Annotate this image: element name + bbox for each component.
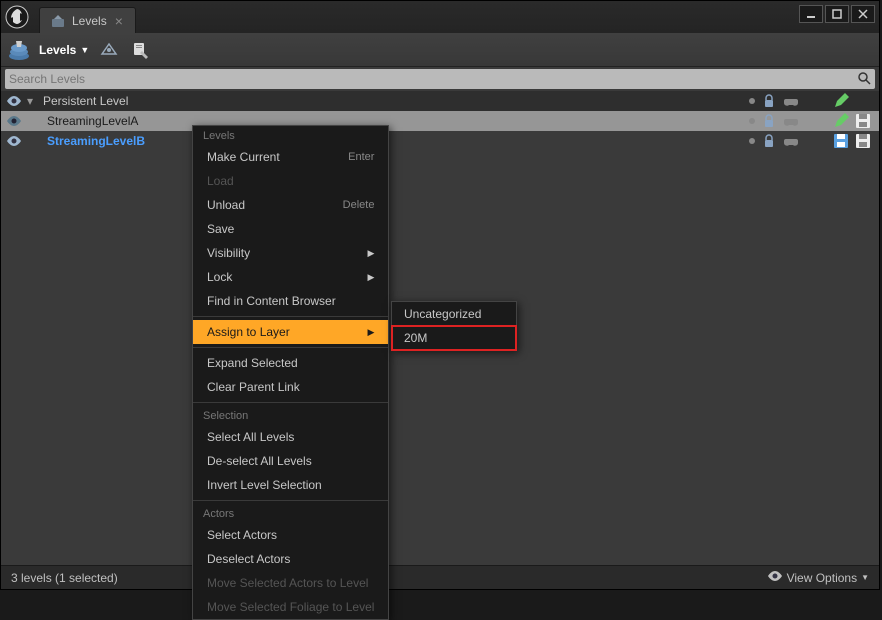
submenu-uncategorized[interactable]: Uncategorized (392, 302, 516, 326)
chevron-down-icon: ▼ (80, 45, 89, 55)
chevron-down-icon: ▼ (861, 573, 869, 582)
menu-section-actors: Actors (193, 504, 388, 523)
menu-separator (193, 347, 388, 348)
menu-visibility[interactable]: Visibility ▶ (193, 241, 388, 265)
pen-icon[interactable] (833, 113, 849, 129)
level-details-icon[interactable] (129, 38, 153, 62)
levels-window: Levels × Levels ▼ (0, 0, 880, 590)
gamepad-icon[interactable] (783, 93, 799, 109)
menu-lock[interactable]: Lock ▶ (193, 265, 388, 289)
menu-select-actors[interactable]: Select Actors (193, 523, 388, 547)
tab-levels[interactable]: Levels × (39, 7, 136, 33)
menu-move-actors: Move Selected Actors to Level (193, 571, 388, 595)
status-dot-icon (749, 98, 755, 104)
maximize-button[interactable] (825, 5, 849, 23)
summon-tool-icon[interactable] (97, 38, 121, 62)
levels-label: Levels (39, 43, 76, 57)
tab-title: Levels (72, 14, 107, 28)
submenu-20m[interactable]: 20M (392, 326, 516, 350)
menu-section-selection: Selection (193, 406, 388, 425)
save-blue-icon[interactable] (833, 133, 849, 149)
search-bar[interactable] (5, 69, 875, 89)
tree-row-persistent[interactable]: ▾ Persistent Level (1, 91, 879, 111)
gamepad-icon[interactable] (783, 133, 799, 149)
tree-row-level-a[interactable]: StreamingLevelA (1, 111, 879, 131)
menu-invert-level-selection[interactable]: Invert Level Selection (193, 473, 388, 497)
expand-triangle-icon[interactable]: ▾ (27, 94, 41, 108)
visibility-icon[interactable] (1, 135, 27, 147)
levels-dropdown[interactable]: Levels ▼ (39, 43, 89, 57)
menu-separator (193, 316, 388, 317)
lock-icon[interactable] (761, 93, 777, 109)
close-button[interactable] (851, 5, 875, 23)
levels-icon (7, 38, 31, 62)
menu-move-foliage: Move Selected Foliage to Level (193, 595, 388, 619)
minimize-button[interactable] (799, 5, 823, 23)
lock-icon[interactable] (761, 133, 777, 149)
lock-icon[interactable] (761, 113, 777, 129)
save-icon[interactable] (855, 133, 871, 149)
eye-icon (767, 570, 783, 585)
menu-deselect-all-levels[interactable]: De-select All Levels (193, 449, 388, 473)
menu-save[interactable]: Save (193, 217, 388, 241)
menu-assign-to-layer[interactable]: Assign to Layer ▶ (193, 320, 388, 344)
save-icon[interactable] (855, 113, 871, 129)
menu-clear-parent-link[interactable]: Clear Parent Link (193, 375, 388, 399)
levels-tree: ▾ Persistent Level StreamingLevelA (1, 91, 879, 151)
chevron-right-icon: ▶ (368, 248, 375, 259)
titlebar: Levels × (1, 1, 879, 33)
search-icon (857, 71, 871, 88)
view-options-dropdown[interactable]: View Options ▼ (767, 570, 869, 585)
status-dot-icon (749, 138, 755, 144)
chevron-right-icon: ▶ (368, 272, 375, 283)
visibility-icon[interactable] (1, 115, 27, 127)
level-label: Persistent Level (41, 94, 749, 108)
toolbar: Levels ▼ (1, 33, 879, 67)
menu-make-current[interactable]: Make Current Enter (193, 145, 388, 169)
gamepad-icon[interactable] (783, 113, 799, 129)
status-bar: 3 levels (1 selected) View Options ▼ (1, 565, 879, 589)
menu-expand-selected[interactable]: Expand Selected (193, 351, 388, 375)
unreal-logo-icon (1, 1, 33, 33)
visibility-icon[interactable] (1, 95, 27, 107)
menu-section-levels: Levels (193, 126, 388, 145)
context-menu: Levels Make Current Enter Load Unload De… (192, 125, 389, 620)
menu-separator (193, 402, 388, 403)
menu-select-all-levels[interactable]: Select All Levels (193, 425, 388, 449)
search-input[interactable] (9, 72, 857, 86)
menu-load: Load (193, 169, 388, 193)
levels-tab-icon (50, 13, 66, 29)
view-options-label: View Options (787, 571, 857, 585)
pen-icon[interactable] (833, 93, 849, 109)
chevron-right-icon: ▶ (368, 327, 375, 338)
menu-find-in-browser[interactable]: Find in Content Browser (193, 289, 388, 313)
menu-unload[interactable]: Unload Delete (193, 193, 388, 217)
tab-close-button[interactable]: × (113, 13, 125, 29)
status-text: 3 levels (1 selected) (11, 571, 118, 585)
menu-deselect-actors[interactable]: Deselect Actors (193, 547, 388, 571)
menu-separator (193, 500, 388, 501)
tree-row-level-b[interactable]: StreamingLevelB (1, 131, 879, 151)
status-dot-icon (749, 118, 755, 124)
assign-to-layer-submenu: Uncategorized 20M (391, 301, 517, 351)
